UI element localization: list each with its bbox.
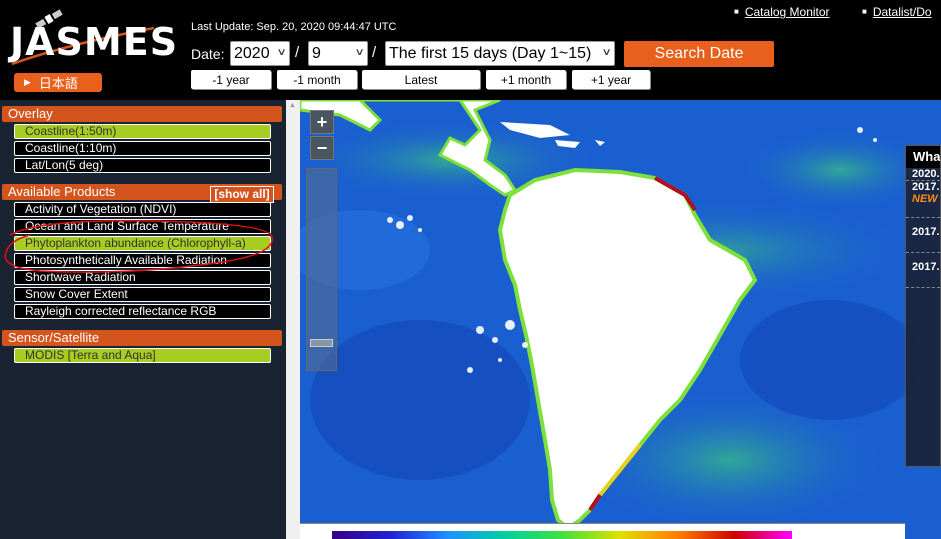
sensor-item-modis[interactable]: MODIS [Terra and Aqua] [14, 348, 271, 363]
japanese-language-label: 日本語 [38, 76, 78, 91]
overlay-section-header: Overlay [2, 106, 282, 122]
date-label: Date: [191, 46, 225, 62]
plus-1-year-button[interactable]: +1 year [572, 70, 650, 89]
bullet-icon: ■ [862, 7, 867, 16]
sensor-section-header: Sensor/Satellite [2, 330, 282, 346]
play-arrow-icon: ▶ [24, 77, 31, 87]
product-item-ndvi[interactable]: Activity of Vegetation (NDVI) [14, 202, 271, 217]
colorbar-legend [300, 523, 905, 539]
product-item-temperature[interactable]: Ocean and Land Surface Temperature [14, 219, 271, 234]
sidebar-scrollbar[interactable]: ▲ [286, 100, 300, 539]
datalist-link[interactable]: ■ Datalist/Do [862, 5, 932, 19]
date-separator: / [295, 44, 300, 61]
date-separator: / [372, 44, 377, 61]
header: JASMES ▶ 日本語 Last Update: Sep. 20, 2020 … [0, 0, 941, 100]
zoom-slider[interactable] [306, 168, 337, 371]
sidebar: Overlay Coastline(1:50m) Coastline(1:10m… [0, 100, 286, 539]
product-item-shortwave[interactable]: Shortwave Radiation [14, 270, 271, 285]
japanese-language-button[interactable]: ▶ 日本語 [14, 73, 102, 92]
product-item-chlorophyll[interactable]: Phytoplankton abundance (Chlorophyll-a) [14, 236, 271, 251]
news-item[interactable]: 2020. [906, 168, 940, 181]
scroll-up-arrow-icon[interactable]: ▲ [289, 102, 296, 109]
month-select[interactable]: 9 ∨ [308, 41, 368, 66]
product-item-par[interactable]: Photosynthetically Available Radiation [14, 253, 271, 268]
logo-text: JASMES [10, 20, 179, 64]
chlorophyll-map-image [300, 100, 940, 531]
news-item[interactable]: 2017. [906, 181, 940, 193]
new-badge: NEW [906, 193, 940, 218]
zoom-out-button[interactable]: − [310, 136, 334, 160]
product-item-snow[interactable]: Snow Cover Extent [14, 287, 271, 302]
overlay-item-coastline-10m[interactable]: Coastline(1:10m) [14, 141, 271, 156]
whats-new-panel: Wha 2020. 2017. NEW 2017. 2017. [905, 145, 941, 467]
map-view[interactable]: + − Wha 2020. 2017. NEW 2017. 2017. [300, 100, 941, 539]
show-all-button[interactable]: [show all] [210, 186, 274, 203]
plus-1-month-button[interactable]: +1 month [486, 70, 566, 89]
overlay-item-coastline-50m[interactable]: Coastline(1:50m) [14, 124, 271, 139]
product-item-rgb[interactable]: Rayleigh corrected reflectance RGB [14, 304, 271, 319]
whats-new-title: Wha [906, 146, 940, 168]
news-item[interactable]: 2017. [906, 218, 940, 253]
colorbar-gradient [332, 531, 792, 539]
latest-button[interactable]: Latest [362, 70, 480, 89]
year-select[interactable]: 2020 ∨ [230, 41, 290, 66]
overlay-item-latlon[interactable]: Lat/Lon(5 deg) [14, 158, 271, 173]
minus-1-year-button[interactable]: -1 year [191, 70, 271, 89]
chevron-down-icon: ∨ [354, 47, 365, 58]
zoom-slider-handle[interactable] [310, 339, 333, 347]
chevron-down-icon: ∨ [601, 47, 612, 58]
catalog-monitor-link[interactable]: ■ Catalog Monitor [734, 5, 830, 19]
bullet-icon: ■ [734, 7, 739, 16]
last-update-text: Last Update: Sep. 20, 2020 09:44:47 UTC [191, 21, 397, 33]
zoom-in-button[interactable]: + [310, 110, 334, 134]
minus-1-month-button[interactable]: -1 month [277, 70, 357, 89]
period-select[interactable]: The first 15 days (Day 1~15) ∨ [385, 41, 615, 66]
chevron-down-icon: ∨ [276, 47, 287, 58]
jasmes-app: JASMES ▶ 日本語 Last Update: Sep. 20, 2020 … [0, 0, 941, 539]
logo[interactable]: JASMES [8, 6, 177, 66]
search-date-button[interactable]: Search Date [624, 41, 774, 67]
news-item[interactable]: 2017. [906, 253, 940, 288]
